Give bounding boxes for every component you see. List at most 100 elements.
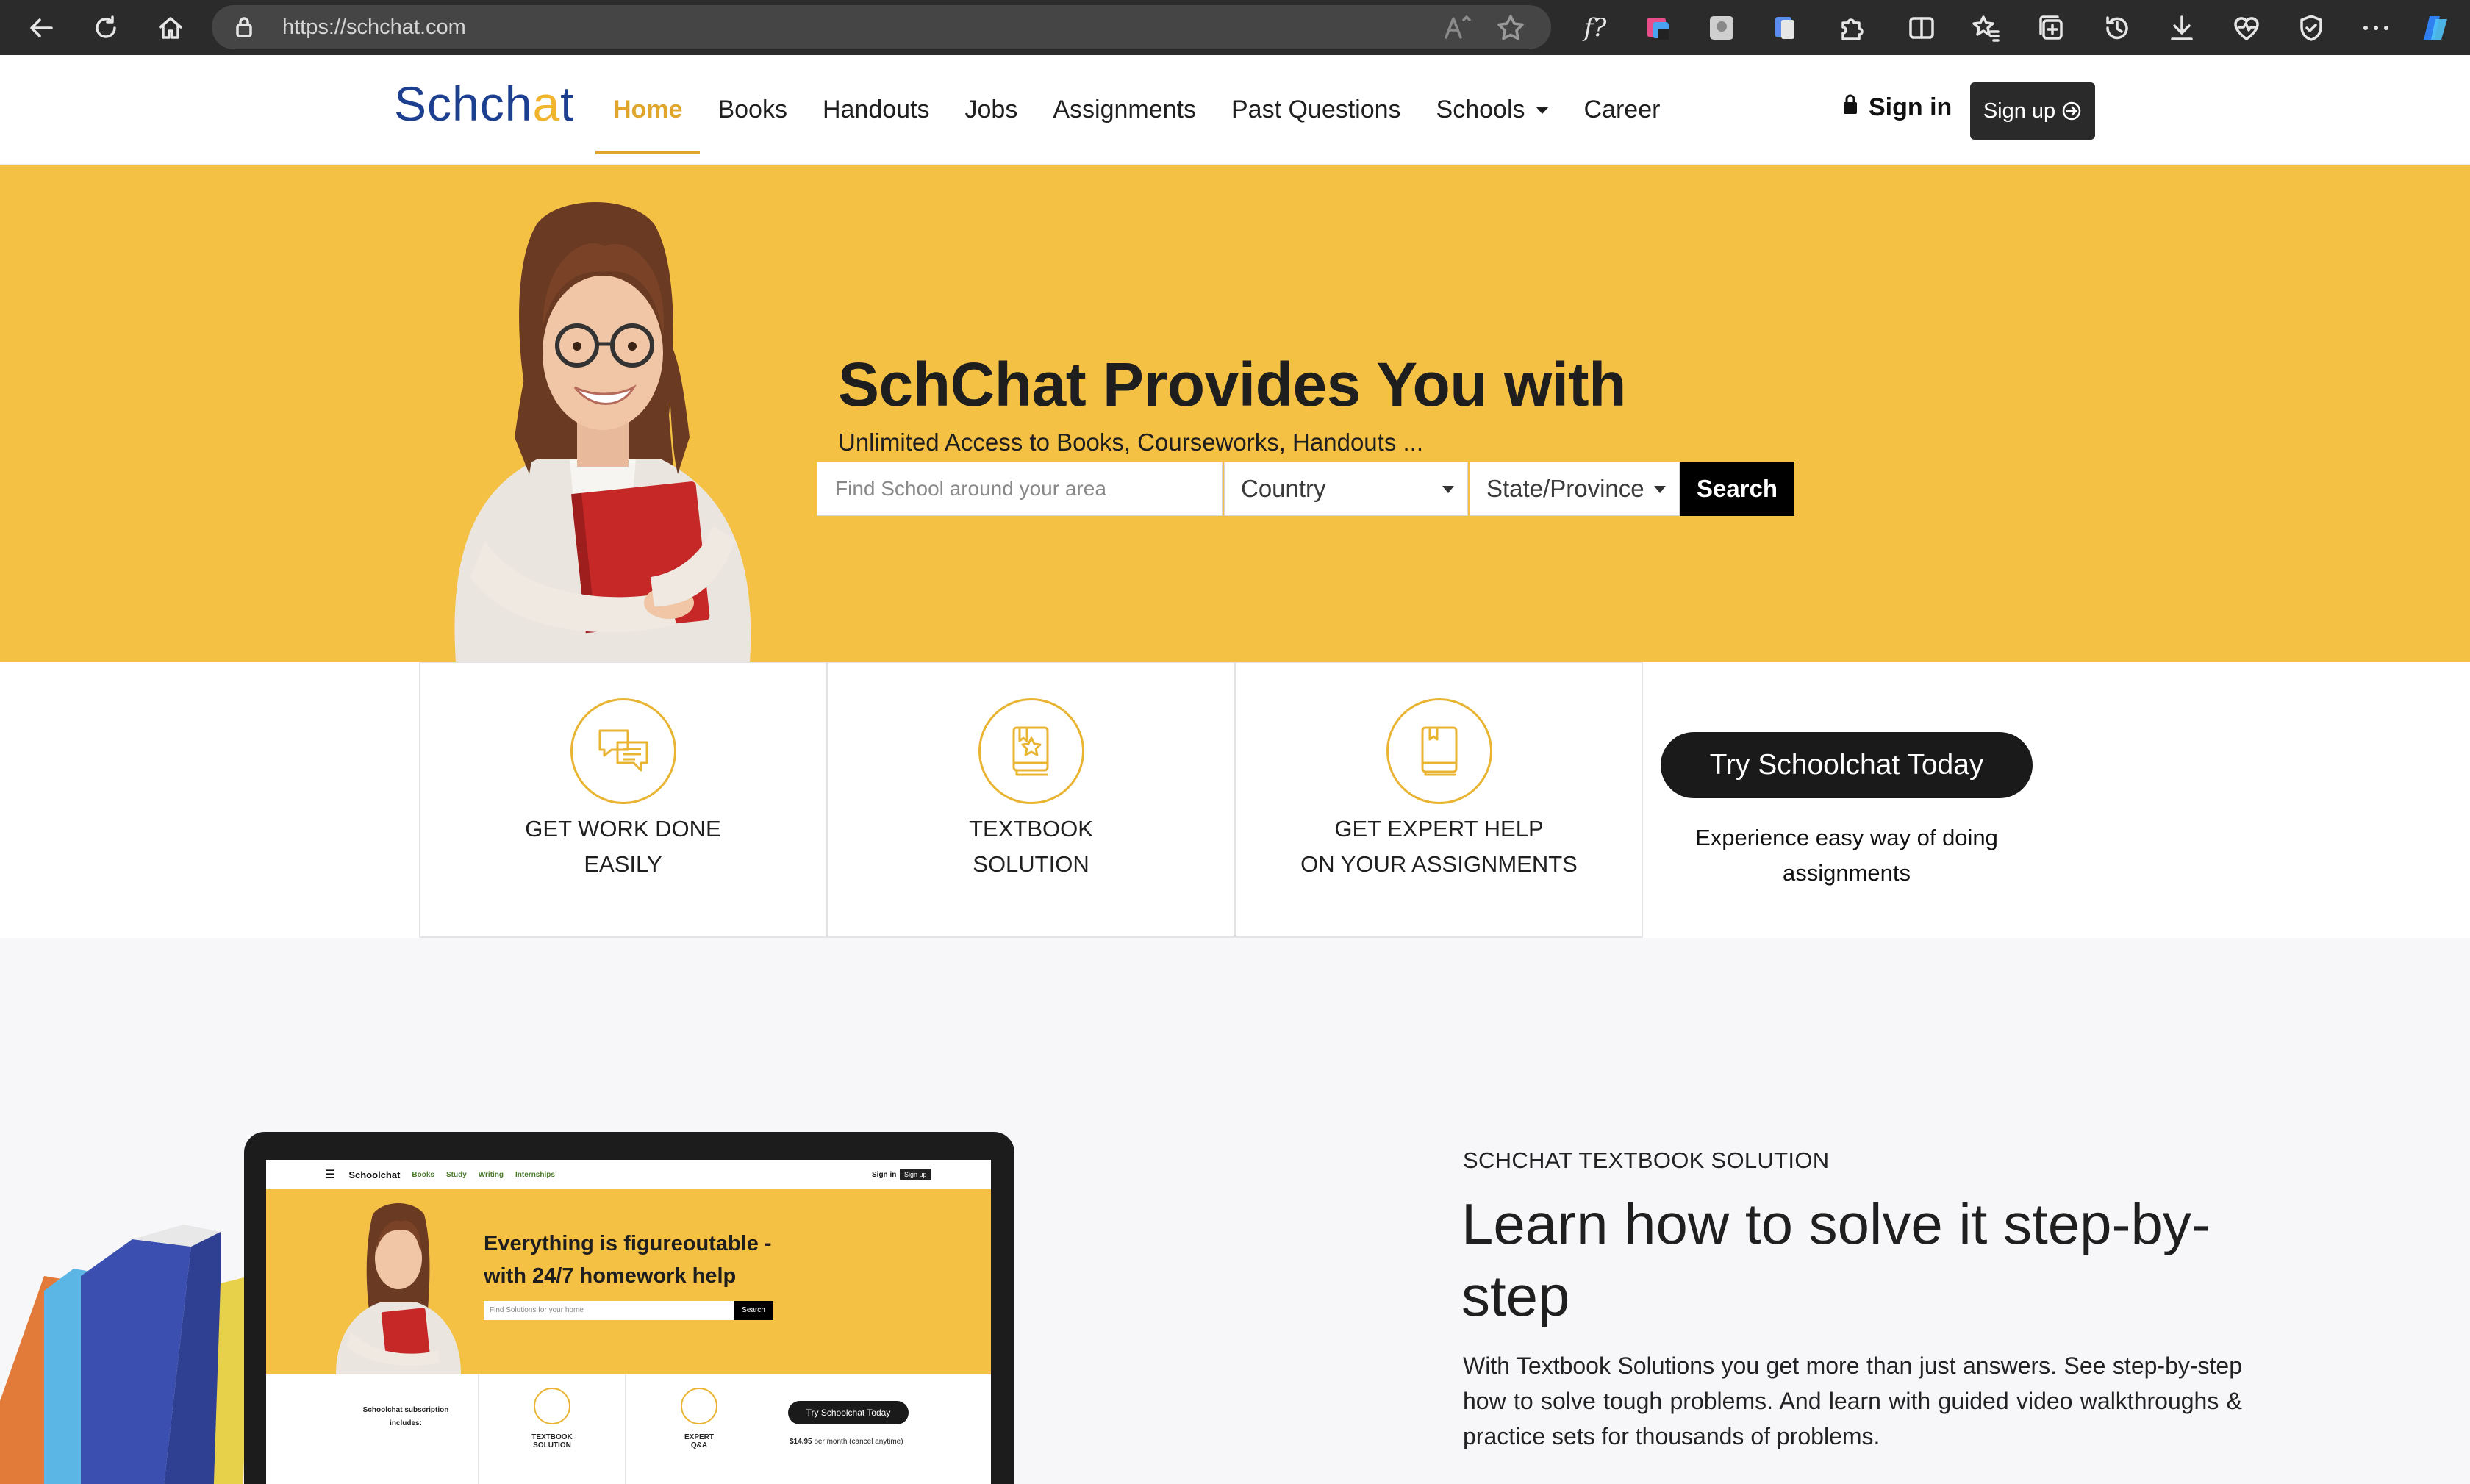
formula-extension-icon[interactable]: f? (1578, 10, 1613, 46)
nav-jobs[interactable]: Jobs (948, 55, 1036, 165)
country-select[interactable]: Country (1224, 462, 1468, 516)
home-icon[interactable] (151, 9, 190, 47)
try-schoolchat-button[interactable]: Try Schoolchat Today (1661, 732, 2033, 798)
main-nav: Home Books Handouts Jobs Assignments Pas… (595, 55, 1678, 165)
nav-past-questions[interactable]: Past Questions (1214, 55, 1419, 165)
extension-icon[interactable] (1767, 10, 1803, 46)
mini-hero-title: Everything is figureoutable - with 24/7 … (484, 1232, 772, 1288)
student-holding-book-image (454, 202, 751, 662)
section-body: With Textbook Solutions you get more tha… (1463, 1352, 2242, 1449)
hero-banner: SchChat Provides You with Unlimited Acce… (0, 165, 2470, 662)
country-select-value: Country (1241, 475, 1326, 502)
nav-assignments[interactable]: Assignments (1035, 55, 1214, 165)
feature-label: GET WORK DONE EASILY (525, 811, 720, 882)
feature-label-line: TEXTBOOK (969, 816, 1093, 842)
downloads-icon[interactable] (2164, 10, 2199, 46)
textbook-solution-section: ☰ Schoolchat Books Study Writing Interns… (0, 938, 2470, 1484)
mini-price: $14.95 per month (cancel anytime) (790, 1438, 903, 1446)
mini-nav-link: Internships (515, 1170, 555, 1179)
mini-price-note: per month (cancel anytime) (814, 1438, 903, 1446)
school-search-input[interactable]: Find School around your area (817, 462, 1223, 516)
collections-icon[interactable] (2033, 10, 2069, 46)
site-header: Schchat Home Books Handouts Jobs Assignm… (0, 55, 2470, 165)
more-menu-icon[interactable] (2358, 10, 2394, 46)
favorite-star-icon[interactable] (1497, 14, 1525, 44)
feature-label: TEXTBOOK SOLUTION (969, 811, 1093, 882)
feature-cards: GET WORK DONE EASILY TEXTBOOK SOLUTION G… (0, 662, 2470, 938)
nav-career[interactable]: Career (1567, 55, 1678, 165)
mini-nav-link: Books (412, 1170, 434, 1179)
lock-icon[interactable] (234, 15, 254, 43)
section-eyebrow: SCHCHAT TEXTBOOK SOLUTION (1463, 1147, 1830, 1173)
split-screen-icon[interactable] (1904, 10, 1939, 46)
state-province-select[interactable]: State/Province (1470, 462, 1680, 516)
try-schoolchat-text: Experience easy way of doing assignments (1695, 825, 1998, 886)
back-icon[interactable] (22, 9, 60, 47)
signup-label: Sign up (1983, 98, 2056, 123)
mini-subscription-text: Schoolchat subscription includes: (362, 1406, 449, 1427)
signup-button[interactable]: Sign up (1970, 82, 2095, 140)
feature-label-line: ON YOUR ASSIGNMENTS (1300, 851, 1578, 877)
mini-feature-label: EXPERT Q&A (684, 1433, 714, 1449)
browser-toolbar: https://schchat.com f? (0, 0, 2470, 55)
feature-label: GET EXPERT HELP ON YOUR ASSIGNMENTS (1300, 811, 1578, 882)
laptop-mockup: ☰ Schoolchat Books Study Writing Interns… (244, 1132, 1014, 1484)
nav-schools-label: Schools (1436, 96, 1525, 123)
logo-text: Schch (394, 76, 533, 131)
reload-icon[interactable] (87, 9, 125, 47)
url-text[interactable]: https://schchat.com (282, 5, 466, 49)
logo-text-accent: a (532, 76, 561, 131)
caret-down-icon (1535, 106, 1549, 114)
mini-signin: Sign in (872, 1170, 897, 1179)
signin-link[interactable]: Sign in (1842, 93, 1952, 122)
school-search-form: Find School around your area Country Sta… (817, 462, 1794, 516)
mini-hero: Everything is figureoutable - with 24/7 … (266, 1189, 991, 1374)
colorpicker-extension-icon[interactable] (1641, 10, 1676, 46)
nav-books[interactable]: Books (700, 55, 805, 165)
feature-card-work-done[interactable]: GET WORK DONE EASILY (419, 662, 827, 938)
caret-down-icon (1442, 486, 1454, 493)
feature-label-line: EASILY (584, 851, 662, 877)
hamburger-menu-icon: ☰ (325, 1169, 336, 1181)
mini-features: Schoolchat subscription includes: TEXTBO… (266, 1374, 991, 1484)
caret-down-icon (1654, 486, 1666, 493)
feature-label-line: GET EXPERT HELP (1334, 816, 1544, 842)
read-aloud-icon[interactable] (1443, 15, 1472, 44)
schchat-logo[interactable]: Schchat (394, 76, 575, 132)
mini-price-amount: $14.95 (790, 1438, 812, 1446)
mini-try-button: Try Schoolchat Today (788, 1401, 909, 1424)
feature-card-expert-help[interactable]: GET EXPERT HELP ON YOUR ASSIGNMENTS (1235, 662, 1643, 938)
address-bar[interactable]: https://schchat.com (212, 5, 1551, 49)
mini-search-button: Search (734, 1301, 773, 1320)
mini-feature-label: TEXTBOOK SOLUTION (531, 1433, 573, 1449)
history-icon[interactable] (2100, 10, 2135, 46)
search-button[interactable]: Search (1680, 462, 1794, 516)
mini-feature-textbook: TEXTBOOK SOLUTION (478, 1374, 625, 1484)
mini-nav-link: Study (445, 1170, 467, 1179)
copilot-icon[interactable] (2419, 10, 2454, 46)
extensions-puzzle-icon[interactable] (1833, 10, 1869, 46)
feature-card-textbook-solution[interactable]: TEXTBOOK SOLUTION (827, 662, 1235, 938)
mini-search-input: Find Solutions for your home (484, 1301, 734, 1320)
performance-icon[interactable] (2229, 10, 2264, 46)
favorites-icon[interactable] (1969, 10, 2004, 46)
chat-bubbles-icon (570, 698, 676, 804)
extension-icon[interactable] (1704, 10, 1739, 46)
hero-title: SchChat Provides You with (838, 350, 1626, 419)
state-select-value: State/Province (1486, 475, 1644, 502)
nav-schools-dropdown[interactable]: Schools (1419, 55, 1567, 165)
mini-chat-icon (534, 1388, 570, 1424)
lock-icon (1842, 93, 1858, 122)
nav-home[interactable]: Home (595, 55, 701, 165)
mini-signup: Sign up (900, 1169, 931, 1180)
feature-label-line: GET WORK DONE (525, 816, 721, 842)
section-title: Learn how to solve it step-by-step (1461, 1191, 2211, 1328)
laptop-screen: ☰ Schoolchat Books Study Writing Interns… (266, 1160, 991, 1484)
textbook-star-icon (978, 698, 1084, 804)
mini-nav-link: Writing (478, 1170, 504, 1179)
nav-handouts[interactable]: Handouts (805, 55, 948, 165)
browser-essentials-icon[interactable] (2294, 10, 2329, 46)
book-icon (1386, 698, 1492, 804)
mini-header: ☰ Schoolchat Books Study Writing Interns… (266, 1160, 991, 1189)
mini-book-icon (681, 1388, 717, 1424)
